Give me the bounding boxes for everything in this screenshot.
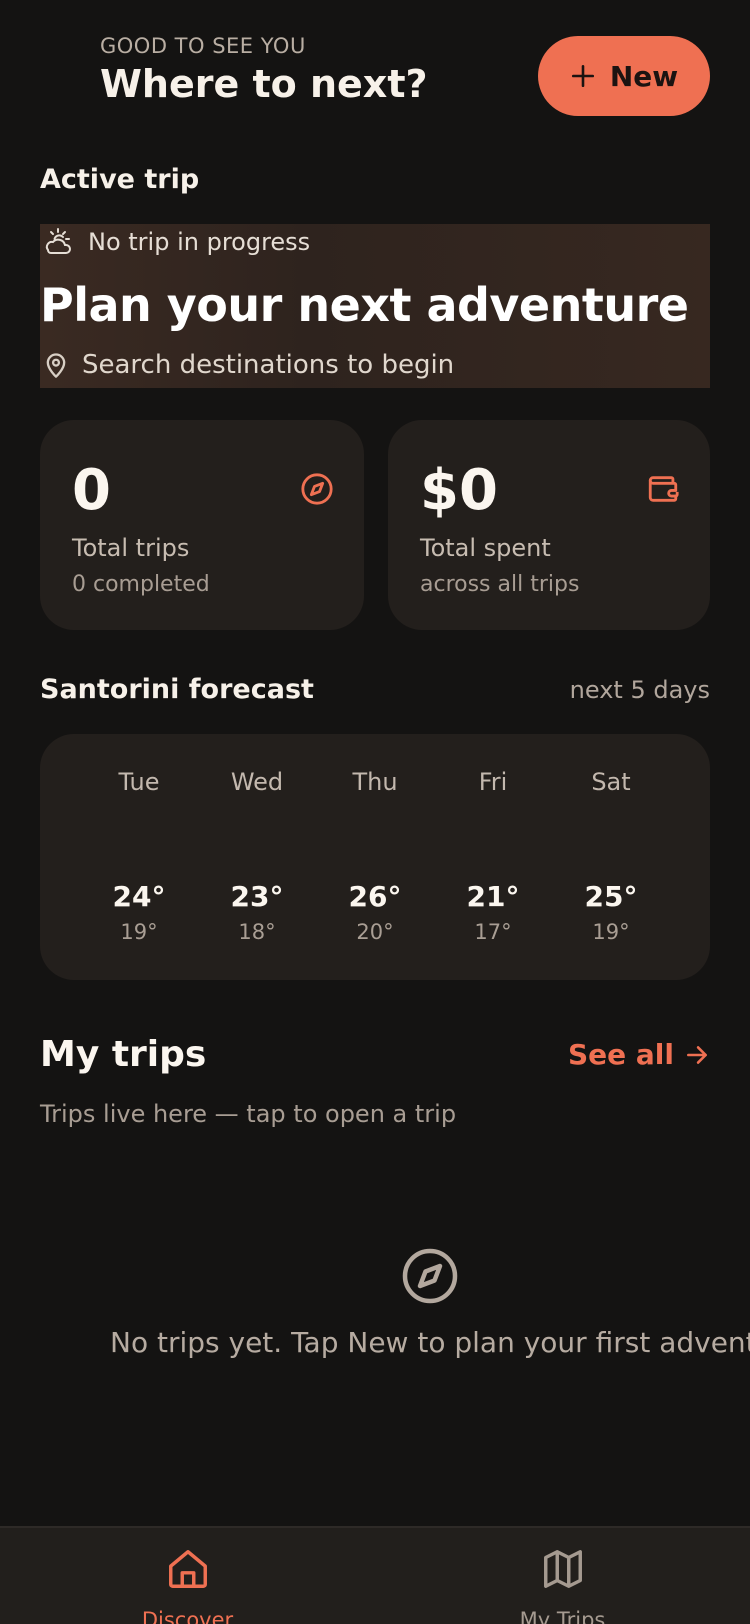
my-trips-title: My trips [40,1034,207,1075]
forecast-card: Tue 24° 19° Wed 23° 18° Thu 26° 20° Fri … [40,734,710,980]
day-high: 24° [112,880,166,913]
day-high: 23° [230,880,284,913]
discover-screen: GOOD TO SEE YOU Where to next? New Activ… [0,0,750,1624]
total-spent-value: $0 [420,458,498,523]
compass-icon [301,473,333,505]
plus-icon [571,64,594,88]
total-spent-label: Total spent [420,534,551,562]
my-trips-subtitle: Trips live here — tap to open a trip [40,1100,457,1128]
forecast-day: Thu 26° 20° [316,734,434,980]
day-name: Fri [478,768,508,796]
bottom-nav: Discover My Trips [0,1526,750,1624]
day-low: 19° [120,920,158,944]
day-name: Thu [352,768,398,796]
nav-item-my-trips[interactable]: My Trips [375,1528,750,1624]
active-trip-label: Active trip [40,164,200,195]
trip-status-text: No trip in progress [88,228,311,256]
forecast-title: Santorini forecast [40,674,314,705]
compass-icon [402,1248,458,1304]
header: GOOD TO SEE YOU Where to next? [100,34,428,106]
forecast-day: Tue 24° 19° [80,734,198,980]
total-spent-card: $0 Total spent across all trips [388,420,710,630]
active-trip-card[interactable]: No trip in progress Plan your next adven… [40,224,710,388]
day-high: 26° [348,880,402,913]
page-title: Where to next? [100,62,428,106]
day-low: 18° [238,920,276,944]
arrow-right-icon [687,1045,707,1064]
new-button-label: New [609,59,679,93]
map-icon [543,1550,582,1588]
day-low: 20° [356,920,394,944]
map-pin-icon [46,353,66,378]
empty-state-text: No trips yet. Tap New to plan your first… [110,1326,750,1359]
day-name: Wed [230,768,284,796]
total-spent-sub: across all trips [420,572,580,597]
total-trips-sub: 0 completed [72,572,210,597]
total-trips-card: 0 Total trips 0 completed [40,420,364,630]
day-low: 17° [474,920,512,944]
home-icon [168,1550,207,1588]
active-trip-subtitle: Search destinations to begin [42,350,454,380]
total-trips-label: Total trips [72,534,190,562]
active-trip-subtitle-text: Search destinations to begin [82,350,455,380]
see-all-label: See all [568,1038,674,1071]
day-low: 19° [592,920,630,944]
day-high: 21° [466,880,520,913]
new-trip-button[interactable]: New [538,36,710,116]
day-name: Sat [591,768,631,796]
active-trip-title: Plan your next adventure [40,278,689,332]
forecast-range: next 5 days [569,676,710,704]
wallet-icon [648,476,679,502]
trip-status: No trip in progress [42,226,310,258]
total-trips-value: 0 [72,458,111,523]
see-all-link[interactable]: See all [568,1038,710,1071]
forecast-day: Wed 23° 18° [198,734,316,980]
weather-sun-cloud-icon [45,228,71,254]
forecast-day: Fri 21° 17° [434,734,552,980]
nav-item-discover[interactable]: Discover [0,1528,375,1624]
nav-label-discover: Discover [141,1608,234,1624]
day-high: 25° [584,880,638,913]
nav-label-my-trips: My Trips [519,1608,606,1624]
day-name: Tue [118,768,160,796]
greeting: GOOD TO SEE YOU [100,34,306,58]
forecast-day: Sat 25° 19° [552,734,670,980]
